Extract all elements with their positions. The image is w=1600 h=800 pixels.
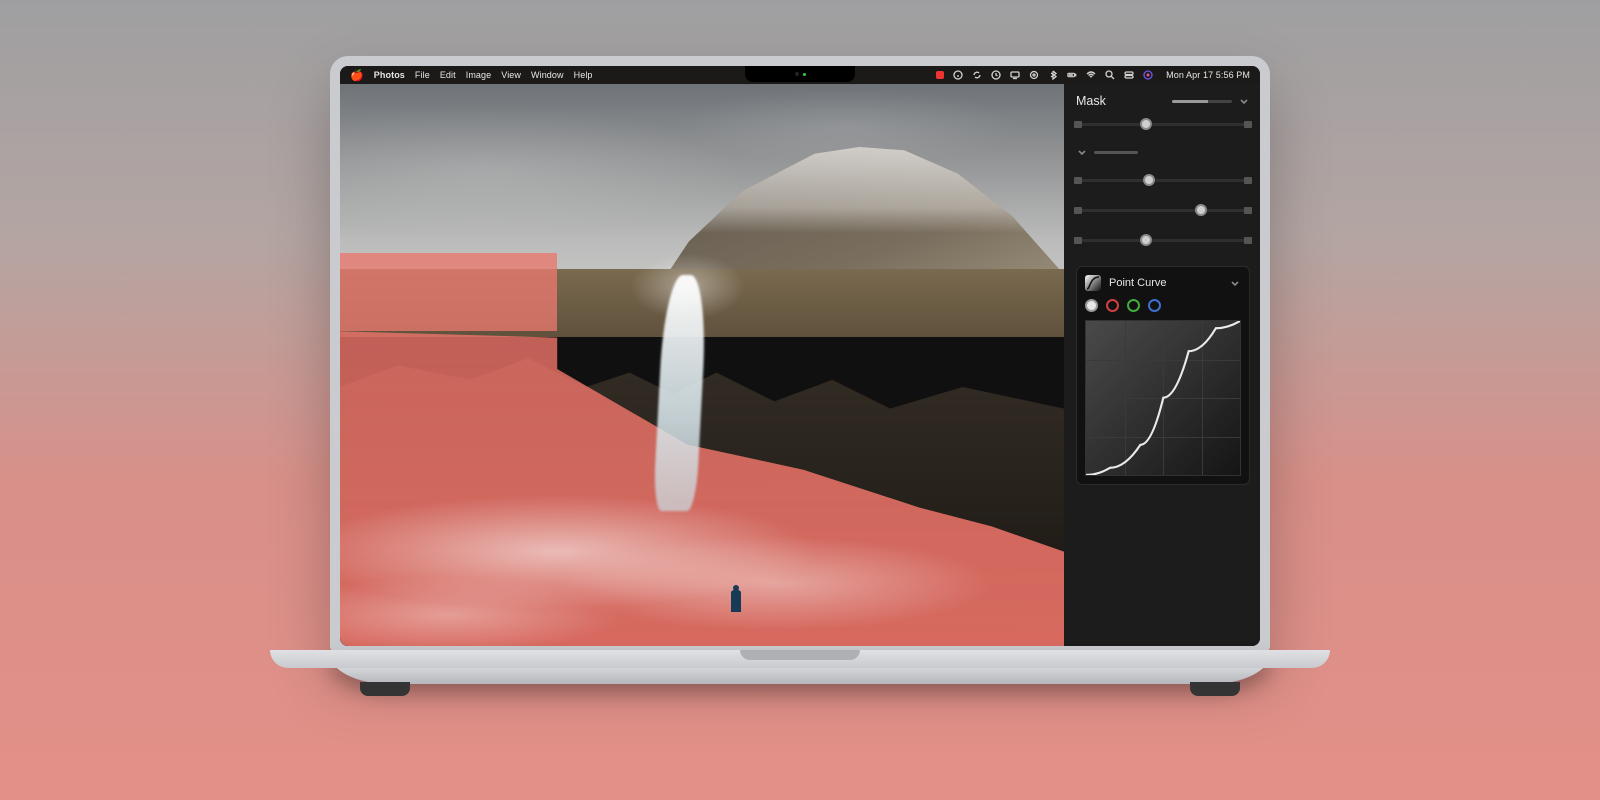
timemachine-icon[interactable] [991,70,1001,80]
chevron-down-icon[interactable] [1076,146,1088,158]
bluetooth-icon[interactable] [1048,70,1058,80]
info-icon[interactable] [953,70,963,80]
menu-file[interactable]: File [415,70,430,80]
laptop-base [330,650,1270,684]
channel-blue[interactable] [1148,299,1161,312]
channel-green[interactable] [1127,299,1140,312]
macbook-mockup: 🍎 Photos File Edit Image View Window Hel… [330,56,1270,684]
mask-slider-1[interactable] [1076,116,1250,132]
mask-slider-3[interactable] [1076,202,1250,218]
camera-led-icon [803,73,806,76]
siri-icon[interactable] [1143,70,1153,80]
curve-editor[interactable] [1085,320,1241,476]
curve-channel-picker [1085,299,1241,312]
laptop-foot [1190,682,1240,696]
wifi-icon[interactable] [1086,70,1096,80]
search-icon[interactable] [1105,70,1115,80]
section-placeholder-bar [1094,151,1138,154]
notification-badge-icon[interactable] [936,71,944,79]
airplay-icon[interactable] [1029,70,1039,80]
sync-icon[interactable] [972,70,982,80]
menu-edit[interactable]: Edit [440,70,456,80]
image-canvas[interactable] [340,84,1064,646]
mask-mode-indicator[interactable] [1172,100,1232,103]
chevron-down-icon[interactable] [1238,95,1250,107]
menu-help[interactable]: Help [574,70,593,80]
mask-slider-2[interactable] [1076,172,1250,188]
photo-person [731,590,741,612]
mask-section-title: Mask [1076,94,1106,108]
display-icon[interactable] [1010,70,1020,80]
menu-view[interactable]: View [501,70,521,80]
apple-menu-icon[interactable]: 🍎 [350,69,364,82]
battery-icon[interactable] [1067,70,1077,80]
camera-icon [795,72,799,76]
app-menu[interactable]: Photos [374,70,405,80]
menu-window[interactable]: Window [531,70,564,80]
mask-slider-4[interactable] [1076,232,1250,248]
point-curve-card: Point Curve [1076,266,1250,485]
chevron-down-icon[interactable] [1229,277,1241,289]
curve-icon [1085,275,1101,291]
adjustments-panel: Mask [1064,84,1260,646]
screen: 🍎 Photos File Edit Image View Window Hel… [340,66,1260,646]
trackpad-notch [740,650,860,660]
menu-image[interactable]: Image [466,70,492,80]
screen-bezel: 🍎 Photos File Edit Image View Window Hel… [330,56,1270,652]
channel-luminance[interactable] [1085,299,1098,312]
mask-overlay-horizon [340,253,557,332]
control-center-icon[interactable] [1124,70,1134,80]
menubar-clock[interactable]: Mon Apr 17 5:56 PM [1166,70,1250,80]
channel-red[interactable] [1106,299,1119,312]
laptop-foot [360,682,410,696]
curve-line [1086,321,1240,475]
point-curve-title: Point Curve [1109,277,1166,289]
notch [745,66,855,82]
app-window: Mask [340,84,1260,646]
